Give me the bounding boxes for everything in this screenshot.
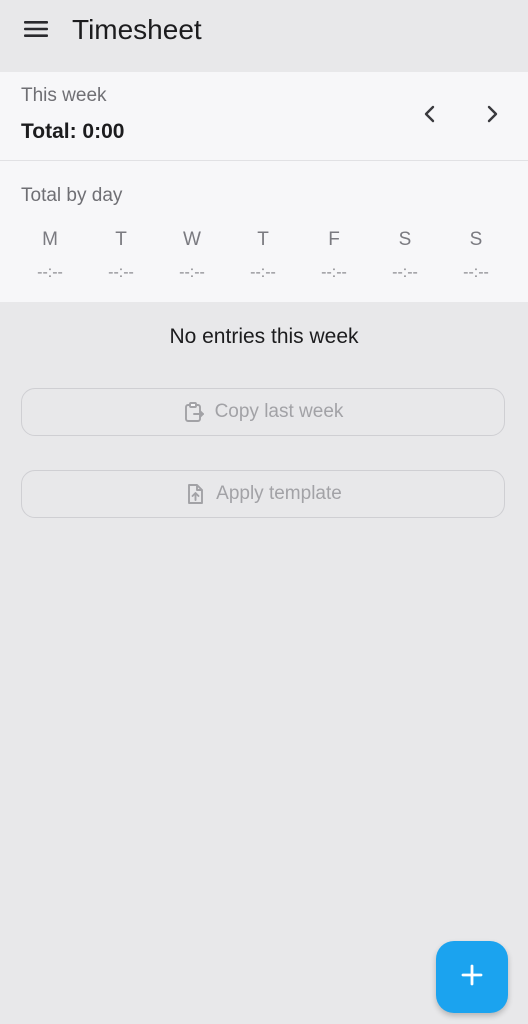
total-by-day-title: Total by day: [21, 185, 123, 206]
day-letter: F: [328, 229, 340, 250]
day-total-value: --:--: [463, 264, 489, 281]
day-column-tuesday: T --:--: [86, 227, 156, 284]
app-bar: Timesheet: [0, 0, 528, 72]
day-letter: S: [398, 229, 412, 250]
apply-template-label: Apply template: [216, 483, 342, 504]
add-entry-fab[interactable]: [436, 941, 508, 1013]
apply-template-button[interactable]: Apply template: [21, 470, 505, 518]
file-upload-icon: [184, 483, 206, 505]
day-column-sunday: S --:--: [441, 227, 511, 284]
day-total-value: --:--: [37, 264, 63, 281]
day-total-value: --:--: [321, 264, 347, 281]
day-column-saturday: S --:--: [370, 227, 440, 284]
week-label: This week: [21, 85, 107, 106]
day-column-thursday: T --:--: [228, 227, 298, 284]
day-letter: T: [115, 229, 127, 250]
menu-button[interactable]: [12, 12, 60, 50]
day-letter: T: [257, 229, 269, 250]
day-column-monday: M --:--: [15, 227, 85, 284]
day-column-friday: F --:--: [299, 227, 369, 284]
day-column-wednesday: W --:--: [157, 227, 227, 284]
previous-week-button[interactable]: [410, 96, 450, 136]
day-letter: W: [183, 229, 201, 250]
total-by-day-card: Total by day M --:-- T --:-- W --:-- T -…: [0, 161, 528, 302]
day-total-value: --:--: [179, 264, 205, 281]
next-week-button[interactable]: [472, 96, 512, 136]
day-total-value: --:--: [392, 264, 418, 281]
menu-icon: [23, 19, 49, 44]
plus-icon: [459, 962, 485, 993]
copy-last-week-button[interactable]: Copy last week: [21, 388, 505, 436]
chevron-right-icon: [485, 104, 499, 129]
week-summary-card: This week Total: 0:00: [0, 72, 528, 160]
day-letter: S: [469, 229, 483, 250]
day-total-value: --:--: [108, 264, 134, 281]
day-total-value: --:--: [250, 264, 276, 281]
copy-last-week-label: Copy last week: [214, 401, 344, 422]
empty-state-message: No entries this week: [169, 325, 359, 348]
page-title: Timesheet: [72, 14, 202, 45]
week-total: Total: 0:00: [21, 120, 125, 143]
chevron-left-icon: [423, 104, 437, 129]
day-letter: M: [42, 229, 58, 250]
clipboard-copy-icon: [183, 401, 205, 423]
